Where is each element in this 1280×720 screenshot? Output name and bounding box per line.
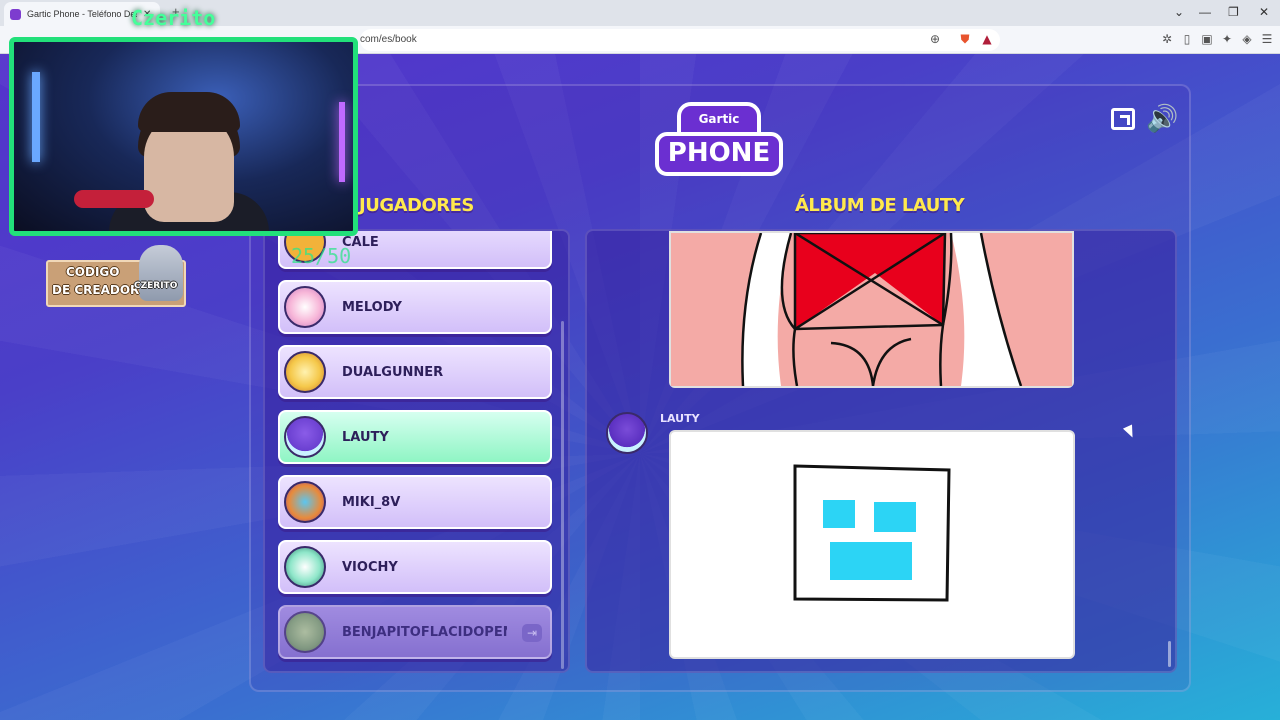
drawing-left-eye [823, 500, 855, 528]
player-card-viochy[interactable]: VIOCHY [278, 540, 552, 594]
album-panel: LAUTY [585, 229, 1177, 673]
player-name: BENJAPITOFLACIDOPENE [342, 625, 507, 640]
rewards-triangle-icon[interactable]: ▲ [980, 32, 994, 46]
shield-icon[interactable]: ⛊ [958, 32, 972, 46]
streamer-name-tag: Czerito [131, 6, 216, 30]
gartic-phone-logo: Gartic PHONE [655, 100, 783, 180]
mascot-icon [139, 245, 183, 301]
wallet-icon[interactable]: ▣ [1200, 32, 1214, 46]
creator-badge-name: CZERITO [134, 281, 178, 291]
swimsuit-drawing [671, 231, 1072, 387]
player-avatar [284, 481, 326, 523]
player-avatar [284, 286, 326, 328]
player-name: MIKI_8V [342, 495, 401, 510]
player-card-miki-8v[interactable]: MIKI_8V [278, 475, 552, 529]
player-card-lauty[interactable]: LAUTY [278, 410, 552, 464]
minimize-button[interactable]: — [1199, 5, 1211, 19]
logo-text-gartic: Gartic [698, 112, 740, 126]
vpn-icon[interactable]: ◈ [1240, 32, 1254, 46]
tab-list-icon[interactable]: ⌄ [1174, 5, 1184, 19]
sound-icon[interactable]: 🔊 [1146, 104, 1178, 134]
gartic-favicon-icon [10, 8, 21, 20]
overlay-counter: 25/50 [291, 244, 352, 268]
album-drawing-square-face [669, 430, 1075, 659]
drawing-mouth [830, 542, 912, 580]
ai-sparkle-icon[interactable]: ✦ [1220, 32, 1234, 46]
player-card-benjapitoflacidopene[interactable]: BENJAPITOFLACIDOPENE ⇥ [278, 605, 552, 659]
players-heading: JUGADORES [359, 195, 474, 216]
menu-icon[interactable]: ☰ [1260, 32, 1274, 46]
streamer-webcam [9, 37, 358, 236]
player-name: LAUTY [342, 430, 389, 445]
player-avatar [284, 611, 326, 653]
fullscreen-icon[interactable] [1111, 108, 1135, 130]
address-bar[interactable]: com/es/book [360, 29, 1000, 51]
zoom-icon[interactable]: ⊕ [928, 32, 942, 46]
drawing-right-eye [874, 502, 916, 532]
kick-player-icon[interactable]: ⇥ [522, 624, 542, 642]
player-name: VIOCHY [342, 560, 398, 575]
player-name: DUALGUNNER [342, 365, 444, 380]
album-drawing-swimsuit [669, 231, 1074, 388]
creator-badge-line2: DE CREADOR [52, 283, 140, 297]
player-card-dualgunner[interactable]: DUALGUNNER [278, 345, 552, 399]
players-panel: CALE MELODY DUALGUNNER LAUTY MIKI_8V VIO… [263, 229, 570, 673]
player-avatar [284, 351, 326, 393]
album-scrollbar[interactable] [1168, 641, 1171, 667]
address-text: com/es/book [360, 34, 417, 45]
creator-badge-line1: CODIGO [66, 265, 120, 279]
album-heading: ÁLBUM DE LAUTY [795, 195, 965, 216]
player-card-melody[interactable]: MELODY [278, 280, 552, 334]
restore-button[interactable]: ❐ [1228, 5, 1239, 19]
player-avatar [284, 416, 326, 458]
square-face-drawing [793, 464, 951, 602]
album-author-avatar [606, 412, 648, 454]
album-author-name: LAUTY [660, 412, 700, 425]
sidebar-icon[interactable]: ▯ [1180, 32, 1194, 46]
logo-text-phone: PHONE [667, 138, 771, 168]
creator-code-badge: CODIGO DE CREADOR CZERITO [46, 245, 186, 307]
close-window-button[interactable]: ✕ [1259, 5, 1269, 19]
tab-title: Gartic Phone - Teléfono Descompuesto [27, 9, 137, 19]
player-name: MELODY [342, 300, 402, 315]
player-avatar [284, 546, 326, 588]
extensions-icon[interactable]: ✲ [1160, 32, 1174, 46]
players-scrollbar[interactable] [561, 321, 564, 669]
